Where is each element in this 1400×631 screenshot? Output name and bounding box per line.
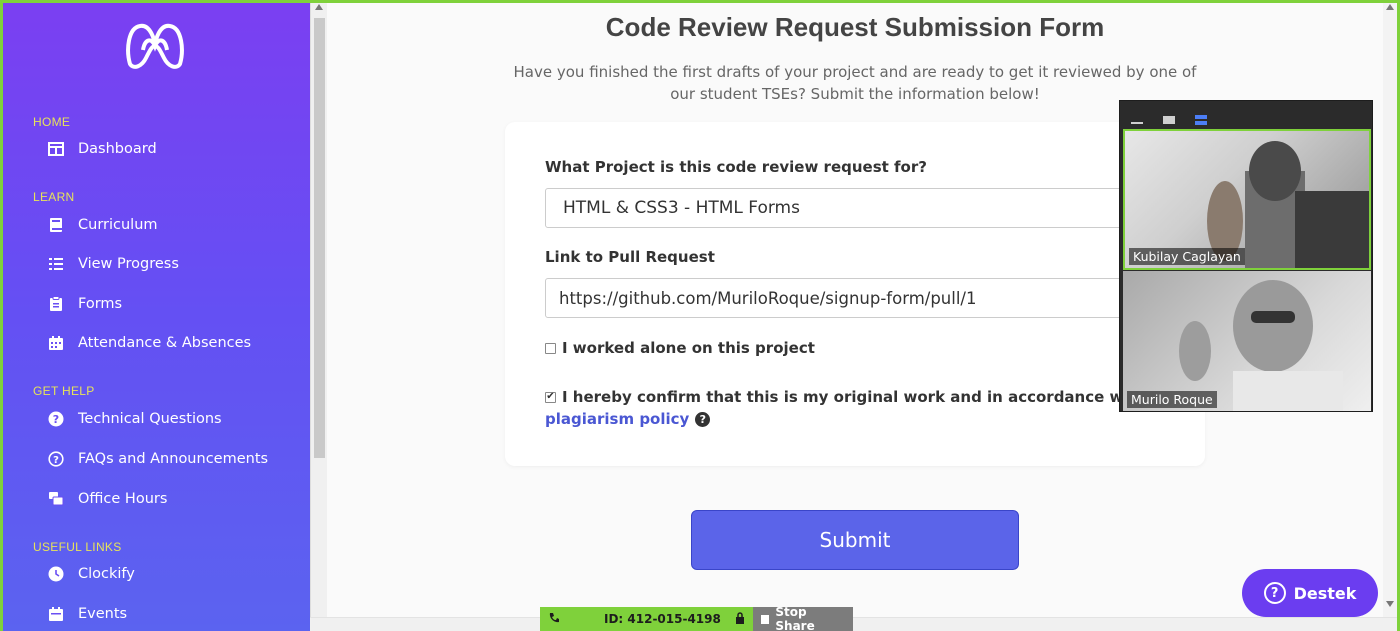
page-subtitle: Have you finished the first drafts of yo… xyxy=(505,61,1205,105)
page-title: Code Review Request Submission Form xyxy=(605,12,1105,42)
video-panel-toolbar xyxy=(1120,101,1372,129)
horizontal-scrollbar[interactable] xyxy=(310,617,1400,631)
submit-button[interactable]: Submit xyxy=(691,510,1019,570)
participant-video xyxy=(1179,280,1343,411)
section-title-learn: LEARN xyxy=(33,190,75,204)
stop-share-button[interactable]: Stop Share xyxy=(753,605,853,631)
subtitle-line: Have you finished the first drafts of yo… xyxy=(513,63,1197,81)
lock-icon xyxy=(735,611,745,627)
sidebar-item-clockify[interactable]: Clockify xyxy=(48,563,135,585)
participant-name: Murilo Roque xyxy=(1127,391,1217,408)
sidebar-item-label: Forms xyxy=(78,296,123,312)
project-select[interactable]: HTML & CSS3 - HTML Forms xyxy=(545,188,1165,228)
question-icon: ? xyxy=(48,411,64,427)
speaker-view-icon[interactable] xyxy=(1194,110,1208,125)
participant-name: Kubilay Caglayan xyxy=(1129,248,1245,265)
sidebar-item-label: Events xyxy=(78,606,128,622)
scroll-down-arrow-icon[interactable] xyxy=(1386,601,1394,607)
screen-share-bar: ID: 412-015-4198 Stop Share xyxy=(540,605,853,631)
subtitle-line: our student TSEs? Submit the information… xyxy=(670,85,1040,103)
meeting-id: ID: 412-015-4198 xyxy=(604,612,721,626)
policy-row: plagiarism policy ? xyxy=(545,410,711,428)
microverse-logo[interactable] xyxy=(124,20,186,70)
sidebar-item-label: FAQs and Announcements xyxy=(78,451,269,467)
project-label: What Project is this code review request… xyxy=(545,158,927,176)
page-scrollbar[interactable] xyxy=(1383,0,1397,631)
sidebar-item-office-hours[interactable]: Office Hours xyxy=(48,488,167,510)
section-title-get-help: GET HELP xyxy=(33,384,95,398)
svg-text:?: ? xyxy=(53,413,59,426)
book-icon xyxy=(48,217,64,233)
video-tile[interactable]: Kubilay Caglayan xyxy=(1123,129,1371,270)
sidebar-item-attendance[interactable]: Attendance & Absences xyxy=(48,332,251,354)
sidebar-item-label: Technical Questions xyxy=(78,411,222,427)
section-title-useful-links: USEFUL LINKS xyxy=(33,540,122,554)
worked-alone-checkbox[interactable] xyxy=(545,342,556,354)
window-icon[interactable] xyxy=(1162,110,1176,124)
clock-icon xyxy=(48,566,64,582)
form-card: What Project is this code review request… xyxy=(505,122,1205,466)
video-tile[interactable]: Murilo Roque xyxy=(1123,271,1371,411)
video-call-panel: Kubilay Caglayan Murilo Roque xyxy=(1119,100,1373,412)
question-circle-icon: ? xyxy=(48,451,64,467)
people-icon xyxy=(48,491,64,507)
sidebar-item-forms[interactable]: Forms xyxy=(48,293,122,315)
pull-request-input[interactable]: https://github.com/MuriloRoque/signup-fo… xyxy=(545,278,1165,318)
sidebar-item-technical-questions[interactable]: ? Technical Questions xyxy=(48,408,222,430)
worked-alone-row: I worked alone on this project xyxy=(545,339,815,357)
sidebar-item-events[interactable]: Events xyxy=(48,603,127,625)
sidebar-item-label: Attendance & Absences xyxy=(78,335,252,351)
dashboard-icon xyxy=(48,141,64,157)
worked-alone-label: I worked alone on this project xyxy=(562,339,815,357)
sidebar-item-curriculum[interactable]: Curriculum xyxy=(48,214,158,236)
section-title-home: HOME xyxy=(33,115,71,129)
stop-share-label: Stop Share xyxy=(775,605,815,631)
help-button-label: Destek xyxy=(1293,583,1357,603)
scroll-up-arrow-icon[interactable] xyxy=(1386,4,1394,10)
sidebar-item-view-progress[interactable]: View Progress xyxy=(48,253,179,275)
scroll-up-arrow-icon[interactable] xyxy=(315,4,323,10)
sidebar-scrollbar[interactable] xyxy=(310,0,327,631)
sidebar-item-faqs[interactable]: ? FAQs and Announcements xyxy=(48,448,268,470)
confirm-label: I hereby confirm that this is my origina… xyxy=(562,388,1147,406)
stop-icon xyxy=(761,614,770,624)
help-button[interactable]: ? Destek xyxy=(1242,569,1378,617)
phone-icon xyxy=(548,612,560,627)
sidebar: HOME Dashboard LEARN Curriculum View Pro… xyxy=(0,0,310,631)
sidebar-item-label: View Progress xyxy=(78,256,179,272)
sidebar-item-label: Office Hours xyxy=(78,491,168,507)
sidebar-item-label: Clockify xyxy=(78,566,135,582)
sidebar-item-label: Curriculum xyxy=(78,217,158,233)
plagiarism-policy-link[interactable]: plagiarism policy xyxy=(545,410,689,428)
minimize-icon[interactable] xyxy=(1130,110,1144,124)
scrollbar-thumb[interactable] xyxy=(314,18,325,458)
clipboard-icon xyxy=(48,296,64,312)
calendar-icon xyxy=(48,335,64,351)
confirm-checkbox[interactable]: ✔ xyxy=(545,391,556,403)
list-icon xyxy=(48,256,64,272)
svg-text:?: ? xyxy=(53,455,59,466)
sidebar-item-dashboard[interactable]: Dashboard xyxy=(48,138,157,160)
question-circle-icon: ? xyxy=(1263,582,1286,604)
pull-request-label: Link to Pull Request xyxy=(545,248,715,266)
meeting-id-segment[interactable]: ID: 412-015-4198 xyxy=(540,607,753,631)
calendar-icon xyxy=(48,606,64,622)
sidebar-item-label: Dashboard xyxy=(78,141,157,157)
question-circle-icon[interactable]: ? xyxy=(695,411,711,427)
confirm-row: ✔ I hereby confirm that this is my origi… xyxy=(545,388,1146,406)
